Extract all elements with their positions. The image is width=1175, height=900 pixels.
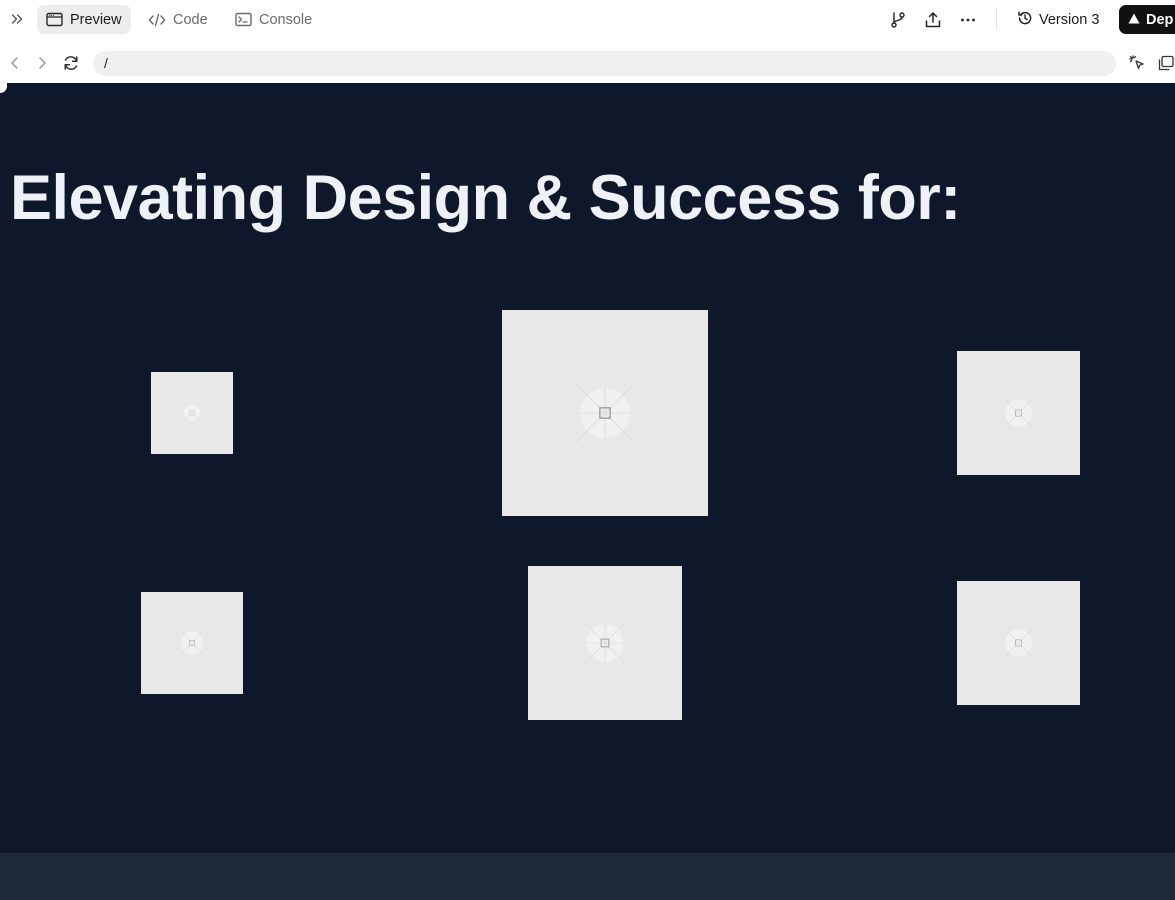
branch-icon[interactable] <box>887 9 909 31</box>
deploy-button[interactable]: Dep <box>1119 5 1175 34</box>
tab-preview[interactable]: Preview <box>37 5 131 34</box>
logo-placeholder <box>151 372 233 454</box>
image-placeholder-icon <box>1003 627 1034 659</box>
address-bar: / <box>0 44 1175 82</box>
tab-console[interactable]: Console <box>226 5 321 34</box>
triangle-icon <box>1128 12 1140 28</box>
top-toolbar: Preview Code Console Version 3 Dep <box>0 0 1175 40</box>
history-icon <box>1017 10 1033 30</box>
page-footer-band <box>0 853 1175 900</box>
url-field[interactable]: / <box>93 51 1116 76</box>
page-headline: Elevating Design & Success for: <box>10 163 961 233</box>
share-upload-icon[interactable] <box>922 9 944 31</box>
back-arrow-icon[interactable] <box>5 52 25 74</box>
open-window-icon[interactable] <box>1156 52 1175 74</box>
version-label: Version 3 <box>1039 11 1100 28</box>
image-placeholder-icon <box>183 404 201 422</box>
image-placeholder-icon <box>584 622 626 664</box>
image-placeholder-icon <box>575 383 635 443</box>
reload-icon[interactable] <box>61 52 81 74</box>
browser-window-icon <box>46 12 63 27</box>
double-chevron-right-icon[interactable] <box>6 8 28 30</box>
logo-placeholder <box>141 592 243 694</box>
preview-canvas: Elevating Design & Success for: <box>0 83 1175 853</box>
terminal-icon <box>235 12 252 27</box>
element-select-icon[interactable] <box>1127 52 1147 74</box>
toolbar-divider <box>996 9 997 30</box>
tab-label: Console <box>259 11 313 28</box>
tab-code[interactable]: Code <box>139 5 217 34</box>
logo-placeholder <box>957 351 1080 475</box>
version-button[interactable]: Version 3 <box>1011 5 1105 34</box>
tab-label: Code <box>173 11 208 28</box>
logo-placeholder <box>528 566 682 720</box>
more-dots-icon[interactable] <box>957 9 979 31</box>
preview-corner <box>0 83 7 93</box>
logo-placeholder <box>957 581 1080 705</box>
tab-label: Preview <box>70 11 122 28</box>
logo-placeholder <box>502 310 708 516</box>
code-brackets-icon <box>148 13 166 27</box>
image-placeholder-icon <box>1003 397 1034 429</box>
forward-arrow-icon[interactable] <box>32 52 52 74</box>
image-placeholder-icon <box>180 631 204 655</box>
deploy-label: Dep <box>1146 11 1174 28</box>
